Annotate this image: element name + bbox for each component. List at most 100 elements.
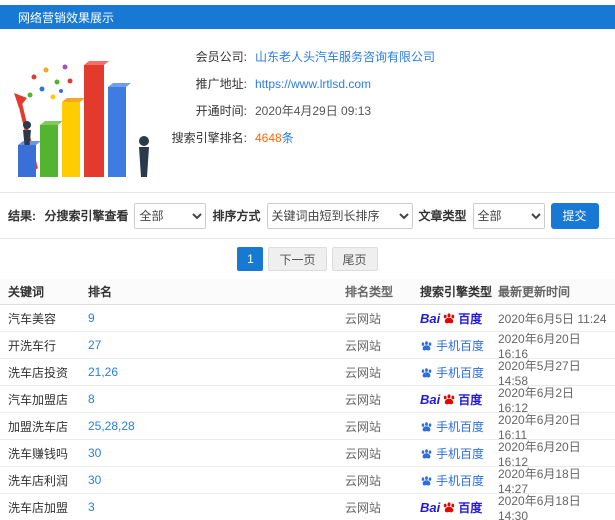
baidu-paw-icon — [421, 367, 432, 377]
baidu-paw-icon — [444, 502, 455, 513]
keyword-cell: 加盟洗车店 — [8, 419, 69, 434]
table-row: 洗车店投资 21,26 云网站 手机百度 2020年5月27日 14:58 — [0, 359, 615, 388]
table-row: 加盟洗车店 25,28,28 云网站 手机百度 2020年6月20日 16:11 — [0, 413, 615, 442]
table-row: 洗车店利润 30 云网站 手机百度 2020年6月18日 14:27 — [0, 467, 615, 496]
engine-filter-label: 分搜索引擎查看 — [44, 209, 129, 223]
company-label: 会员公司: — [195, 50, 247, 64]
keyword-cell: 洗车店利润 — [8, 473, 69, 488]
rank-link[interactable]: 9 — [88, 311, 95, 325]
update-time-cell: 2020年6月5日 11:24 — [498, 311, 607, 326]
header-rank: 排名 — [88, 285, 113, 299]
promo-url-link[interactable]: https://www.lrtlsd.com — [255, 77, 371, 91]
baidu-wordmark: Bai — [420, 391, 441, 407]
rank-type-cell: 云网站 — [345, 446, 382, 461]
rank-type-cell: 云网站 — [345, 311, 382, 326]
info-row-company: 会员公司: 山东老人头汽车服务咨询有限公司 — [165, 43, 615, 70]
rank-type-cell: 云网站 — [345, 500, 382, 515]
search-engine-cell: Bai 百度 — [420, 310, 498, 327]
keyword-cell: 汽车美容 — [8, 311, 57, 326]
keyword-cell: 开洗车行 — [8, 338, 57, 353]
filter-bar: 结果: 分搜索引擎查看 全部 排序方式 关键词由短到长排序 文章类型 全部 提交 — [0, 193, 615, 239]
engine-rank-label: 搜索引擎排名: — [171, 131, 247, 145]
update-time-cell: 2020年6月18日 14:30 — [498, 493, 581, 520]
rank-link[interactable]: 3 — [88, 500, 95, 514]
last-page-button[interactable]: 尾页 — [331, 247, 378, 271]
info-row-open-time: 开通时间: 2020年4月29日 09:13 — [165, 97, 615, 124]
bar-chart-illustration — [13, 60, 149, 177]
page-number-current[interactable]: 1 — [237, 247, 264, 271]
rank-link[interactable]: 21,26 — [88, 365, 118, 379]
page: 网络营销效果展示 会员公司: 山东老人头汽车服务咨询有限公司 推广地址: htt… — [0, 0, 615, 520]
rank-link[interactable]: 30 — [88, 446, 101, 460]
filter-controls: 分搜索引擎查看 全部 排序方式 关键词由短到长排序 文章类型 全部 提交 — [36, 202, 607, 229]
article-type-select[interactable]: 全部 — [472, 202, 545, 229]
keyword-cell: 洗车店投资 — [8, 365, 69, 380]
sort-mode-select[interactable]: 关键词由短到长排序 — [266, 202, 413, 229]
header-keyword: 关键词 — [8, 285, 45, 299]
table-row: 洗车赚钱吗 30 云网站 手机百度 2020年6月20日 16:12 — [0, 440, 615, 469]
member-info: 会员公司: 山东老人头汽车服务咨询有限公司 推广地址: https://www.… — [165, 29, 615, 192]
table-row: 开洗车行 27 云网站 手机百度 2020年6月20日 16:16 — [0, 332, 615, 361]
page-title: 网络营销效果展示 — [18, 10, 115, 25]
baidu-paw-icon — [421, 421, 432, 431]
baidu-paw-icon — [421, 475, 432, 485]
rank-link[interactable]: 8 — [88, 392, 95, 406]
baidu-wordmark: Bai — [420, 310, 441, 326]
mobile-baidu-text: 手机百度 — [436, 365, 485, 380]
baidu-paw-icon — [444, 394, 455, 405]
result-label: 结果: — [8, 209, 36, 223]
mobile-baidu-text: 手机百度 — [436, 446, 485, 461]
search-engine-cell: 手机百度 — [420, 445, 498, 462]
header-update-time: 最新更新时间 — [498, 285, 571, 299]
rank-type-cell: 云网站 — [345, 338, 382, 353]
rank-type-cell: 云网站 — [345, 419, 382, 434]
baidu-paw-icon — [421, 448, 432, 458]
baidu-cn-text: 百度 — [458, 392, 483, 407]
table-row: 汽车美容 9 云网站 Bai 百度 2020年6月5日 11:24 — [0, 305, 615, 332]
engine-rank-count: 4648 — [255, 130, 282, 145]
table-body: 汽车美容 9 云网站 Bai 百度 2020年6月5日 11:24 开洗车行 27… — [0, 305, 615, 520]
keyword-cell: 汽车加盟店 — [8, 392, 69, 407]
search-engine-cell: Bai 百度 — [420, 391, 498, 408]
company-link[interactable]: 山东老人头汽车服务咨询有限公司 — [255, 48, 435, 65]
open-time-label: 开通时间: — [195, 104, 247, 118]
baidu-paw-icon — [444, 313, 455, 324]
table-row: 汽车加盟店 8 云网站 Bai 百度 2020年6月2日 16:12 — [0, 386, 615, 415]
sort-mode-label: 排序方式 — [212, 209, 261, 223]
mobile-baidu-text: 手机百度 — [436, 338, 485, 353]
submit-button[interactable]: 提交 — [550, 202, 599, 229]
rank-type-cell: 云网站 — [345, 473, 382, 488]
header-bar: 网络营销效果展示 — [0, 5, 615, 29]
rank-type-cell: 云网站 — [345, 365, 382, 380]
article-type-label: 文章类型 — [418, 209, 467, 223]
header-rank-type: 排名类型 — [345, 285, 394, 299]
engine-rank-unit: 条 — [281, 131, 294, 145]
info-row-rank-count: 搜索引擎排名: 4648 条 — [165, 124, 615, 151]
table-header-row: 关键词 排名 排名类型 搜索引擎类型 最新更新时间 — [0, 279, 615, 305]
search-engine-cell: 手机百度 — [420, 472, 498, 489]
pagination: 1 下一页 尾页 — [0, 239, 615, 279]
open-time-value: 2020年4月29日 09:13 — [255, 104, 372, 118]
rank-link[interactable]: 27 — [88, 338, 101, 352]
keyword-cell: 洗车赚钱吗 — [8, 446, 69, 461]
mobile-baidu-text: 手机百度 — [436, 473, 485, 488]
rank-link[interactable]: 25,28,28 — [88, 419, 135, 433]
search-engine-cell: Bai 百度 — [420, 499, 498, 516]
table-row: 洗车店加盟 3 云网站 Bai 百度 2020年6月18日 14:30 — [0, 494, 615, 520]
next-page-button[interactable]: 下一页 — [268, 247, 327, 271]
keyword-cell: 洗车店加盟 — [8, 500, 69, 515]
search-engine-cell: 手机百度 — [420, 418, 498, 435]
search-engine-cell: 手机百度 — [420, 337, 498, 354]
engine-filter-select[interactable]: 全部 — [134, 202, 207, 229]
baidu-paw-icon — [421, 340, 432, 350]
rank-type-cell: 云网站 — [345, 392, 382, 407]
chart-illustration-box — [0, 29, 165, 192]
rank-link[interactable]: 30 — [88, 473, 101, 487]
promo-url-label: 推广地址: — [195, 77, 247, 91]
search-engine-cell: 手机百度 — [420, 364, 498, 381]
header-engine-type: 搜索引擎类型 — [420, 285, 493, 299]
mobile-baidu-text: 手机百度 — [436, 419, 485, 434]
info-row-url: 推广地址: https://www.lrtlsd.com — [165, 70, 615, 97]
summary-section: 会员公司: 山东老人头汽车服务咨询有限公司 推广地址: https://www.… — [0, 29, 615, 193]
baidu-wordmark: Bai — [420, 499, 441, 515]
